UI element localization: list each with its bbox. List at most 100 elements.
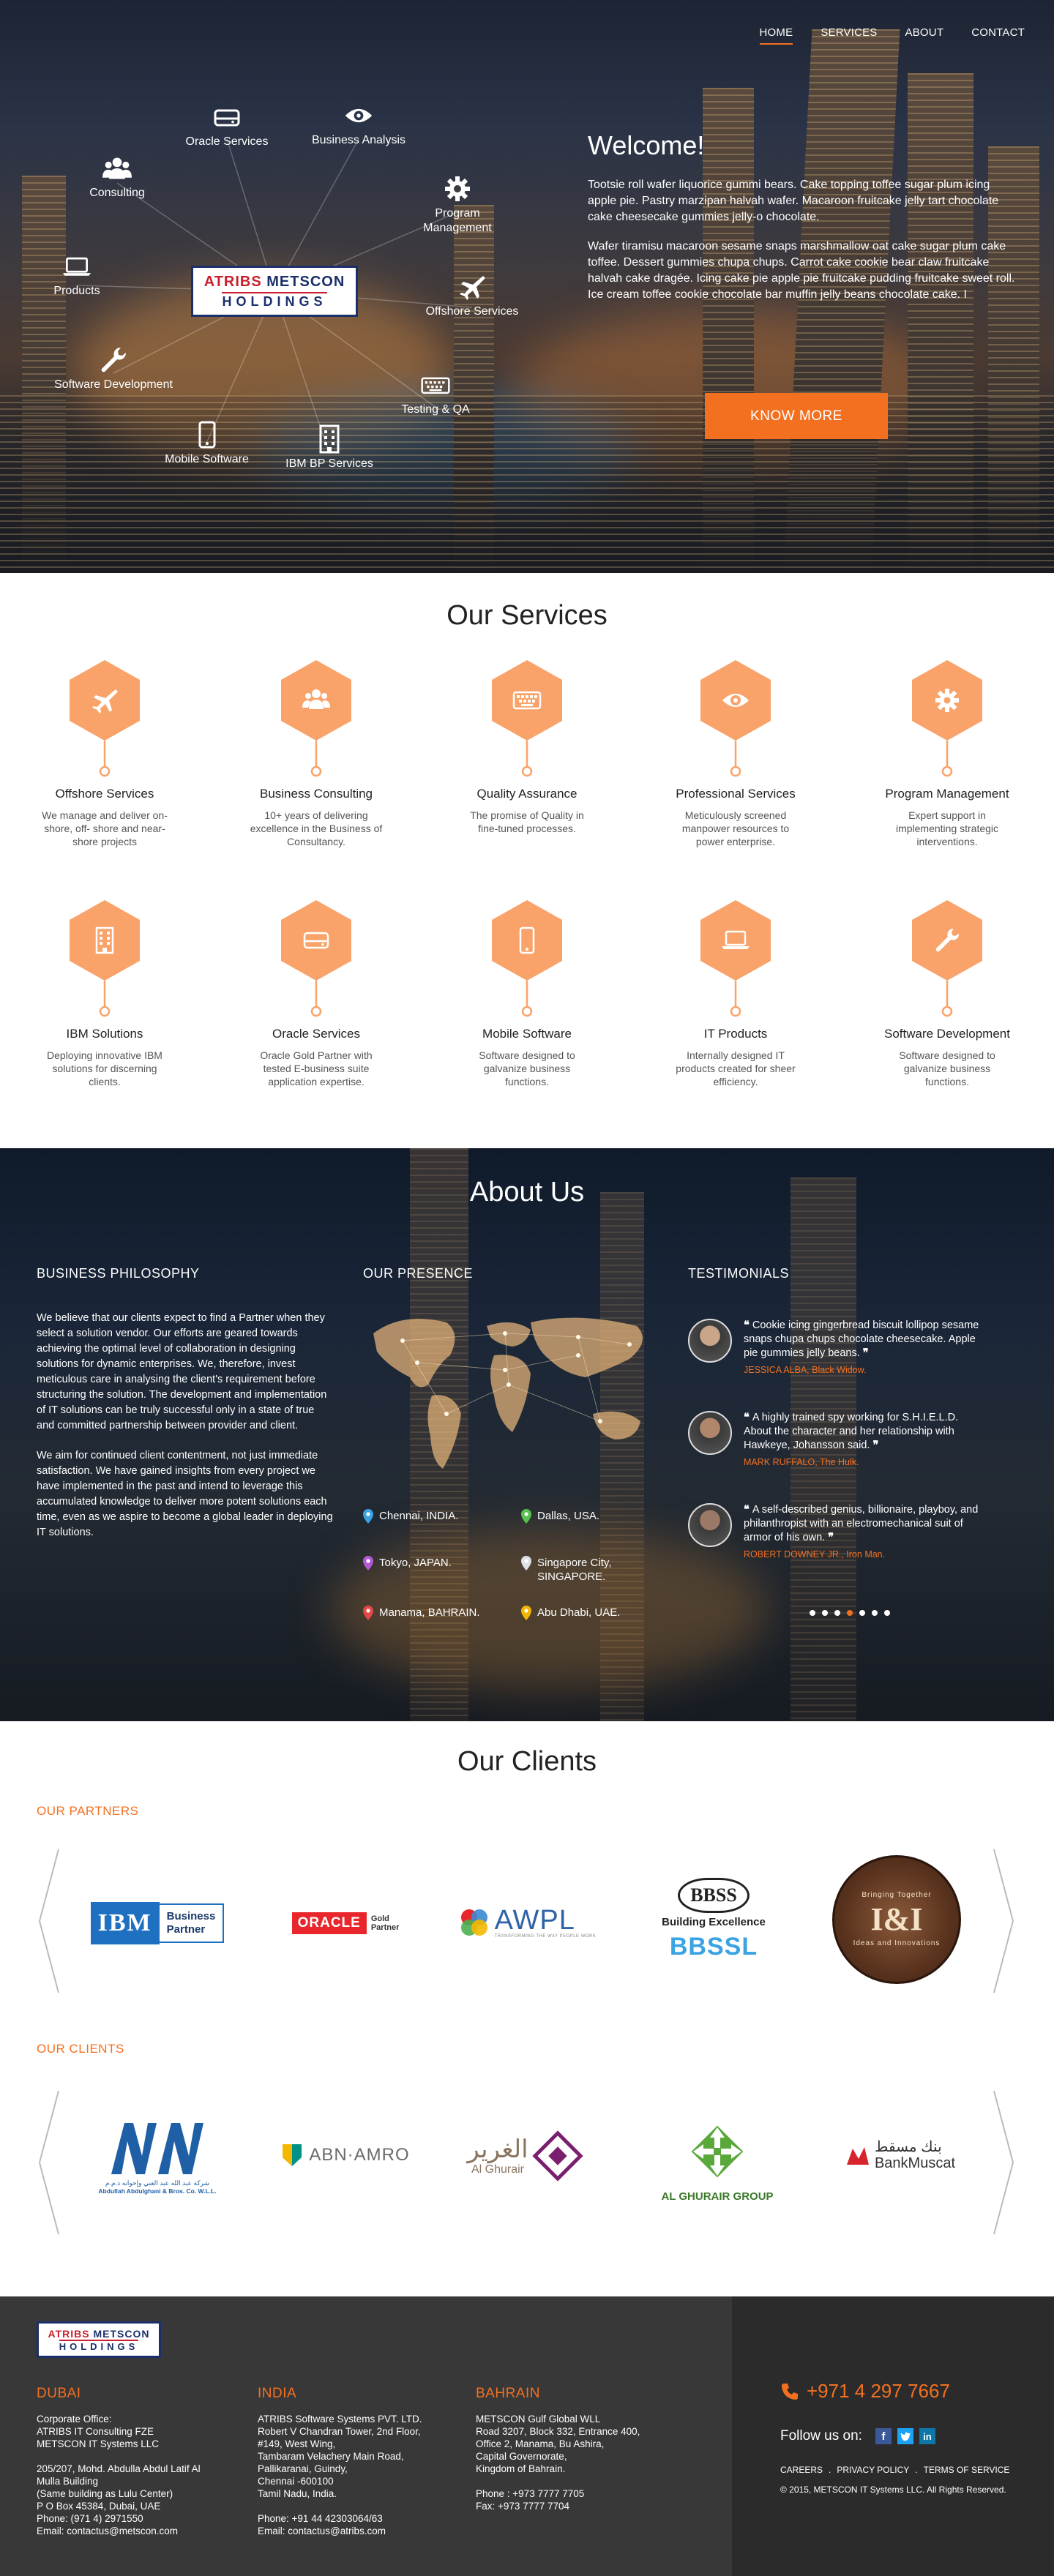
footer-logo[interactable]: ATRIBS METSCON HOLDINGS (37, 2321, 161, 2358)
oracle-partner-logo[interactable]: ORACLE Gold Partner (272, 1901, 419, 1945)
hero-node-label: Business Analysis (311, 134, 406, 146)
ii-wordmark: I&I (870, 1901, 923, 1937)
philosophy-title: BUSINESS PHILOSOPHY (37, 1266, 200, 1281)
service-desc: Software designed to galvanize business … (899, 1049, 995, 1087)
address-line: Email: contactus@metscon.com (37, 2526, 179, 2536)
oracle-gold-label: Gold (370, 1914, 389, 1923)
service-card[interactable]: Program Management Expert support in impl… (870, 659, 1024, 848)
ibm-partner-logo[interactable]: IBM Business Partner (88, 1887, 227, 1960)
ibm-bp-line2: Partner (166, 1923, 206, 1936)
pager-dot-active[interactable] (847, 1610, 853, 1616)
pager-dot[interactable] (884, 1610, 890, 1616)
laptop-icon (62, 253, 91, 280)
pager-dot[interactable] (834, 1610, 840, 1616)
twitter-icon[interactable] (897, 2428, 913, 2444)
bankmuscat-client-logo[interactable]: بنك مسقط BankMuscat (827, 2133, 973, 2177)
hero-node-offshore[interactable]: Offshore Services (410, 274, 534, 319)
service-hex (907, 899, 987, 1027)
testimonial-quote: A self-described genius, billionaire, pl… (744, 1504, 979, 1543)
nav-home[interactable]: HOME (759, 26, 793, 45)
philosophy-text-2: We aim for continued client contentment,… (37, 1450, 333, 1538)
hero-node-consulting[interactable]: Consulting (66, 155, 168, 201)
hero-node-products[interactable]: Products (29, 253, 124, 299)
footer-india: INDIA ATRIBS Software Systems PVT. LTD. R… (258, 2386, 455, 2550)
hero-node-mobile[interactable]: Mobile Software (146, 421, 267, 467)
clients-next-arrow[interactable] (993, 2089, 1014, 2236)
address-line: Phone: +91 44 42303064/63 (258, 2513, 383, 2524)
abn-amro-client-logo[interactable]: ABN·AMRO (272, 2137, 419, 2174)
testimonial-item: ❝ A highly trained spy working for S.H.I… (688, 1411, 981, 1467)
philosophy-text-1: We believe that our clients expect to fi… (37, 1312, 327, 1431)
al-ghurair-client-logo[interactable]: الغرير Al Ghurair (454, 2119, 600, 2193)
bbssl-wordmark: BBSSL (669, 1933, 758, 1961)
hero-section: HOME SERVICES ABOUT CONTACT ATRIBS METSC… (0, 0, 1054, 573)
follow-label: Follow us on: (780, 2428, 862, 2444)
clients-prev-arrow[interactable] (38, 2089, 60, 2236)
address-line: Capital Governorate, (476, 2451, 567, 2462)
ii-partner-logo[interactable]: Bringing Together I&I Ideas and Innovati… (827, 1852, 966, 1987)
service-card[interactable]: Oracle Services Oracle Gold Partner with … (239, 899, 393, 1088)
location-label: Chennai, INDIA. (379, 1510, 459, 1522)
abdulghani-client-logo[interactable]: شركة عبد الله عبد الغني وإخوانه ذ.م.م Ab… (81, 2109, 234, 2204)
footer-dubai: DUBAI Corporate Office: ATRIBS IT Consult… (37, 2386, 234, 2550)
dubai-address: 205/207, Mohd. Abdulla Abdul Latif Al Mul… (37, 2463, 234, 2537)
service-desc: We manage and deliver on-shore, off- sho… (42, 809, 168, 847)
clients-list-title: OUR CLIENTS (37, 2042, 124, 2056)
quote-open-icon: ❝ (744, 1319, 752, 1331)
service-card[interactable]: Software Development Software designed to… (870, 899, 1024, 1088)
bankmuscat-english: BankMuscat (874, 2155, 956, 2171)
service-desc: Oracle Gold Partner with tested E-busine… (260, 1049, 373, 1087)
abn-shield-icon (283, 2144, 302, 2166)
hero-node-analysis[interactable]: Business Analysis (300, 102, 417, 148)
hero-node-ibm[interactable]: IBM BP Services (271, 424, 388, 471)
privacy-link[interactable]: PRIVACY POLICY (837, 2465, 909, 2475)
footer-phone[interactable]: +971 4 297 7667 (780, 2380, 950, 2403)
al-ghurair-group-client-logo[interactable]: AL GHURAIR GROUP (644, 2109, 790, 2212)
know-more-button[interactable]: KNOW MORE (705, 393, 888, 439)
pager-dot[interactable] (872, 1610, 878, 1616)
nav-services[interactable]: SERVICES (821, 26, 877, 45)
bbss-partner-logo[interactable]: BBSS Building Excellence BBSSL (644, 1865, 783, 1974)
service-card[interactable]: Business Consulting 10+ years of deliveri… (239, 659, 393, 848)
footer-links: CAREERS. PRIVACY POLICY. TERMS OF SERVIC… (780, 2465, 1010, 2475)
pager-dot[interactable] (822, 1610, 828, 1616)
ibm-wordmark: IBM (90, 1902, 160, 1944)
welcome-panel: Welcome! Tootsie roll wafer liquorice gu… (588, 130, 1020, 316)
nav-about[interactable]: ABOUT (905, 26, 944, 45)
service-card[interactable]: IBM Solutions Deploying innovative IBM so… (28, 899, 182, 1088)
logo-holdings: HOLDINGS (222, 291, 327, 310)
footer-logo-atribs: ATRIBS (48, 2327, 90, 2340)
awpl-partner-logo[interactable]: AWPL TRANSFORMING THE WAY PEOPLE WORK (454, 1897, 600, 1948)
hero-node-oracle[interactable]: Oracle Services (168, 104, 285, 149)
partners-prev-arrow[interactable] (38, 1848, 60, 1994)
hero-node-label: Software Development (54, 378, 173, 391)
hero-node-testing[interactable]: Testing & QA (388, 372, 483, 417)
hero-node-program[interactable]: Program Management (410, 176, 505, 236)
pager-dot[interactable] (810, 1610, 815, 1616)
address-line: ATRIBS Software Systems PVT. LTD. (258, 2414, 422, 2425)
partners-next-arrow[interactable] (993, 1848, 1014, 1994)
service-card[interactable]: IT Products Internally designed IT produc… (659, 899, 812, 1088)
careers-link[interactable]: CAREERS (780, 2465, 823, 2475)
facebook-icon[interactable]: f (875, 2428, 892, 2444)
address-line: Pallikaranai, Guindy, (258, 2463, 348, 2474)
service-card[interactable]: Offshore Services We manage and deliver o… (28, 659, 182, 848)
presence-title: OUR PRESENCE (363, 1266, 474, 1281)
nav-contact[interactable]: CONTACT (971, 26, 1025, 45)
service-card[interactable]: Mobile Software Software designed to galv… (450, 899, 604, 1088)
location-label: Abu Dhabi, UAE. (537, 1606, 621, 1619)
phone-icon (782, 2383, 798, 2400)
follow-us: Follow us on: f in (780, 2428, 935, 2444)
terms-link[interactable]: TERMS OF SERVICE (924, 2465, 1010, 2475)
pager-dot[interactable] (859, 1610, 865, 1616)
hero-node-label: Products (53, 285, 100, 297)
service-card[interactable]: Quality Assurance The promise of Quality … (450, 659, 604, 835)
map-pin-icon (363, 1509, 373, 1524)
service-card[interactable]: Professional Services Meticulously screen… (659, 659, 812, 848)
services-title: Our Services (446, 600, 608, 631)
hero-node-label: Testing & QA (401, 403, 470, 416)
hero-node-software[interactable]: Software Development (37, 347, 190, 392)
linkedin-icon[interactable]: in (919, 2428, 935, 2444)
testimonial-author: JESSICA ALBA, Black Widow. (744, 1365, 867, 1375)
testimonial-quote: A highly trained spy working for S.H.I.E… (744, 1412, 959, 1451)
